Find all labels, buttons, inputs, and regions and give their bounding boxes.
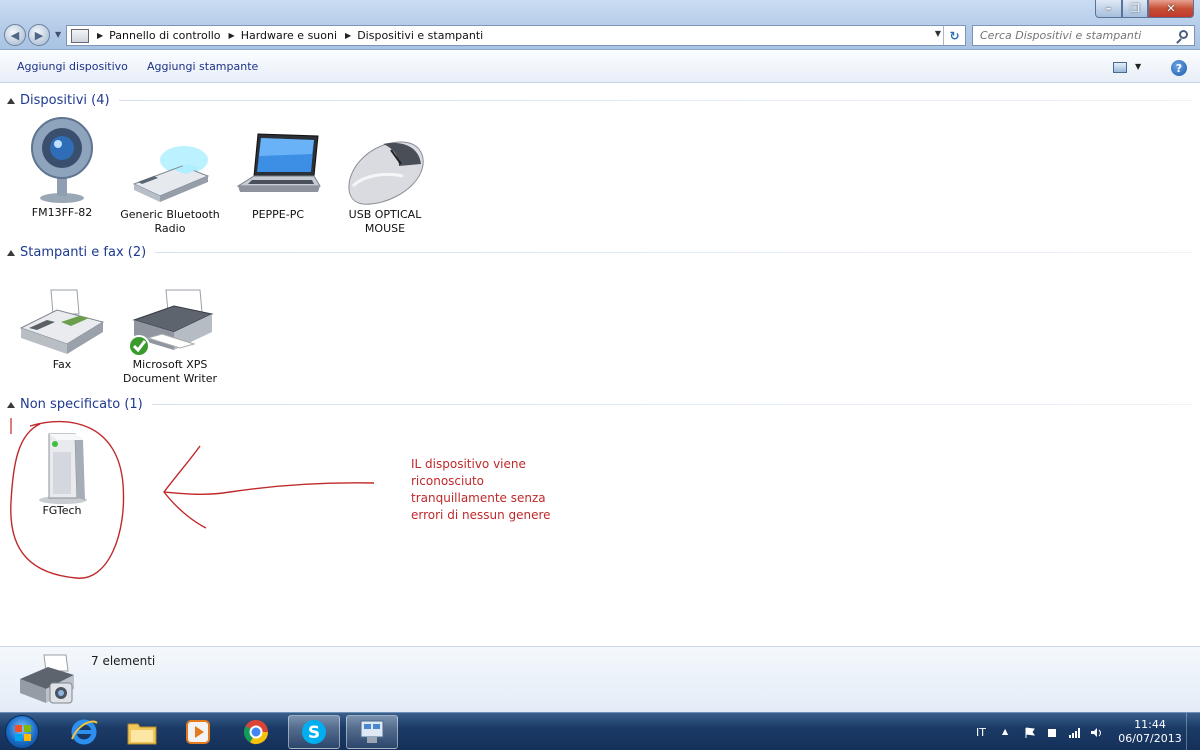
power-plug-icon[interactable] — [1046, 727, 1058, 738]
back-button[interactable]: ◀ — [4, 24, 26, 46]
group-title: Non specificato (1) — [20, 397, 143, 412]
group-header-unspecified[interactable]: Non specificato (1) — [7, 397, 1193, 412]
group-divider — [151, 404, 1193, 405]
taskbar-chrome[interactable] — [230, 715, 282, 749]
address-bar[interactable]: ▶ Pannello di controllo ▶ Hardware e suo… — [66, 25, 966, 46]
change-view-icon[interactable] — [1113, 62, 1127, 73]
skype-icon: S — [302, 720, 326, 744]
window-titlebar: – ❐ ✕ ◀ ▶ ▼ ▶ Pannello di controllo ▶ Ha… — [0, 0, 1200, 50]
devices-printers-icon — [360, 720, 384, 743]
search-box[interactable] — [972, 25, 1195, 46]
system-clock[interactable]: 11:44 06/07/2013 — [1118, 713, 1182, 750]
breadcrumb-separator-icon[interactable]: ▶ — [97, 31, 103, 40]
device-label: Fax — [52, 358, 72, 371]
usb-bluetooth-icon — [132, 146, 210, 202]
back-arrow-icon: ◀ — [10, 28, 20, 42]
clock-date: 06/07/2013 — [1118, 732, 1182, 745]
clock-time: 11:44 — [1134, 718, 1166, 731]
fax-icon — [19, 289, 105, 354]
taskbar-explorer[interactable] — [116, 715, 168, 749]
collapse-arrow-icon[interactable] — [7, 401, 15, 408]
breadcrumb-separator-icon[interactable]: ▶ — [229, 31, 235, 40]
breadcrumb-hardware-sound[interactable]: Hardware e suoni — [241, 29, 337, 42]
search-input[interactable] — [980, 29, 1170, 42]
annotation-drawing — [10, 418, 375, 579]
device-label: Microsoft XPS Document Writer — [122, 358, 218, 385]
device-item[interactable]: USB OPTICAL MOUSE — [335, 136, 435, 236]
internet-explorer-icon — [71, 719, 98, 745]
help-icon[interactable]: ? — [1171, 60, 1187, 76]
taskbar-skype[interactable]: S — [288, 715, 340, 749]
breadcrumb-separator-icon[interactable]: ▶ — [345, 31, 351, 40]
control-panel-icon — [71, 28, 89, 43]
device-item[interactable]: Fax — [12, 288, 112, 372]
close-button[interactable]: ✕ — [1148, 0, 1194, 18]
devices-printers-icon — [20, 654, 74, 704]
device-label: FM13FF-82 — [31, 206, 93, 219]
item-count: 7 elementi — [91, 654, 156, 668]
group-header-devices[interactable]: Dispositivi (4) — [7, 93, 1193, 108]
device-item[interactable]: Microsoft XPS Document Writer — [120, 288, 220, 386]
devices-view: Dispositivi (4) FM13FF-82 Generic Blueto… — [0, 84, 1200, 646]
group-divider — [118, 100, 1193, 101]
laptop-icon — [236, 133, 321, 192]
language-indicator[interactable]: IT — [976, 713, 986, 750]
action-center-flag-icon[interactable] — [1024, 727, 1036, 738]
add-device-button[interactable]: Aggiungi dispositivo — [17, 60, 128, 73]
printer-default-icon — [128, 289, 214, 357]
taskbar: S IT ▲ 11:44 06/07/2013 — [0, 712, 1200, 750]
annotation-note: IL dispositivo viene riconosciuto tranqu… — [411, 457, 551, 522]
device-item[interactable]: PEPPE-PC — [228, 130, 328, 222]
group-title: Stampanti e fax (2) — [20, 245, 147, 260]
restore-icon: ❐ — [1130, 2, 1140, 15]
forward-arrow-icon: ▶ — [34, 28, 44, 42]
collapse-arrow-icon[interactable] — [7, 249, 15, 256]
network-signal-icon[interactable] — [1068, 727, 1080, 738]
chrome-icon — [243, 720, 268, 745]
taskbar-devices-printers[interactable] — [346, 715, 398, 749]
forward-button[interactable]: ▶ — [28, 24, 50, 46]
show-desktop-button[interactable] — [1186, 713, 1200, 750]
show-hidden-icons[interactable]: ▲ — [1002, 727, 1014, 738]
start-button[interactable] — [5, 715, 39, 749]
refresh-icon: ↻ — [949, 28, 960, 43]
media-player-icon — [186, 720, 210, 744]
view-options-dropdown[interactable]: ▼ — [1135, 62, 1141, 71]
recent-pages-dropdown[interactable]: ▼ — [55, 30, 61, 39]
minimize-icon: – — [1105, 2, 1112, 15]
device-item[interactable]: Generic Bluetooth Radio — [120, 138, 220, 236]
group-title: Dispositivi (4) — [20, 93, 110, 108]
webcam-icon — [31, 117, 93, 203]
volume-icon[interactable] — [1090, 727, 1102, 738]
windows-logo-icon — [15, 725, 31, 741]
search-icon[interactable] — [1179, 30, 1188, 39]
mouse-icon — [348, 141, 424, 205]
minimize-button[interactable]: – — [1095, 0, 1122, 18]
chevron-down-icon: ▼ — [55, 30, 62, 39]
device-item[interactable]: FM13FF-82 — [12, 116, 112, 220]
maximize-button[interactable]: ❐ — [1122, 0, 1148, 18]
collapse-arrow-icon[interactable] — [7, 97, 15, 104]
group-header-printers[interactable]: Stampanti e fax (2) — [7, 245, 1193, 260]
group-divider — [155, 252, 1193, 253]
refresh-button[interactable]: ↻ — [943, 26, 965, 45]
address-dropdown-icon[interactable]: ▼ — [935, 29, 941, 38]
add-printer-button[interactable]: Aggiungi stampante — [147, 60, 258, 73]
close-icon: ✕ — [1166, 2, 1176, 15]
file-explorer-icon — [127, 723, 157, 745]
taskbar-media-player[interactable] — [172, 715, 224, 749]
taskbar-internet-explorer[interactable] — [58, 715, 110, 749]
svg-text:S: S — [308, 723, 320, 743]
details-pane: 7 elementi — [0, 646, 1200, 712]
breadcrumb-devices-printers[interactable]: Dispositivi e stampanti — [357, 29, 483, 42]
device-label: PEPPE-PC — [251, 208, 305, 221]
device-label: USB OPTICAL MOUSE — [348, 208, 422, 235]
command-bar: Aggiungi dispositivo Aggiungi stampante … — [0, 51, 1200, 83]
breadcrumb-control-panel[interactable]: Pannello di controllo — [109, 29, 220, 42]
device-label: Generic Bluetooth Radio — [120, 208, 220, 235]
window-controls: – ❐ ✕ — [1095, 0, 1194, 18]
